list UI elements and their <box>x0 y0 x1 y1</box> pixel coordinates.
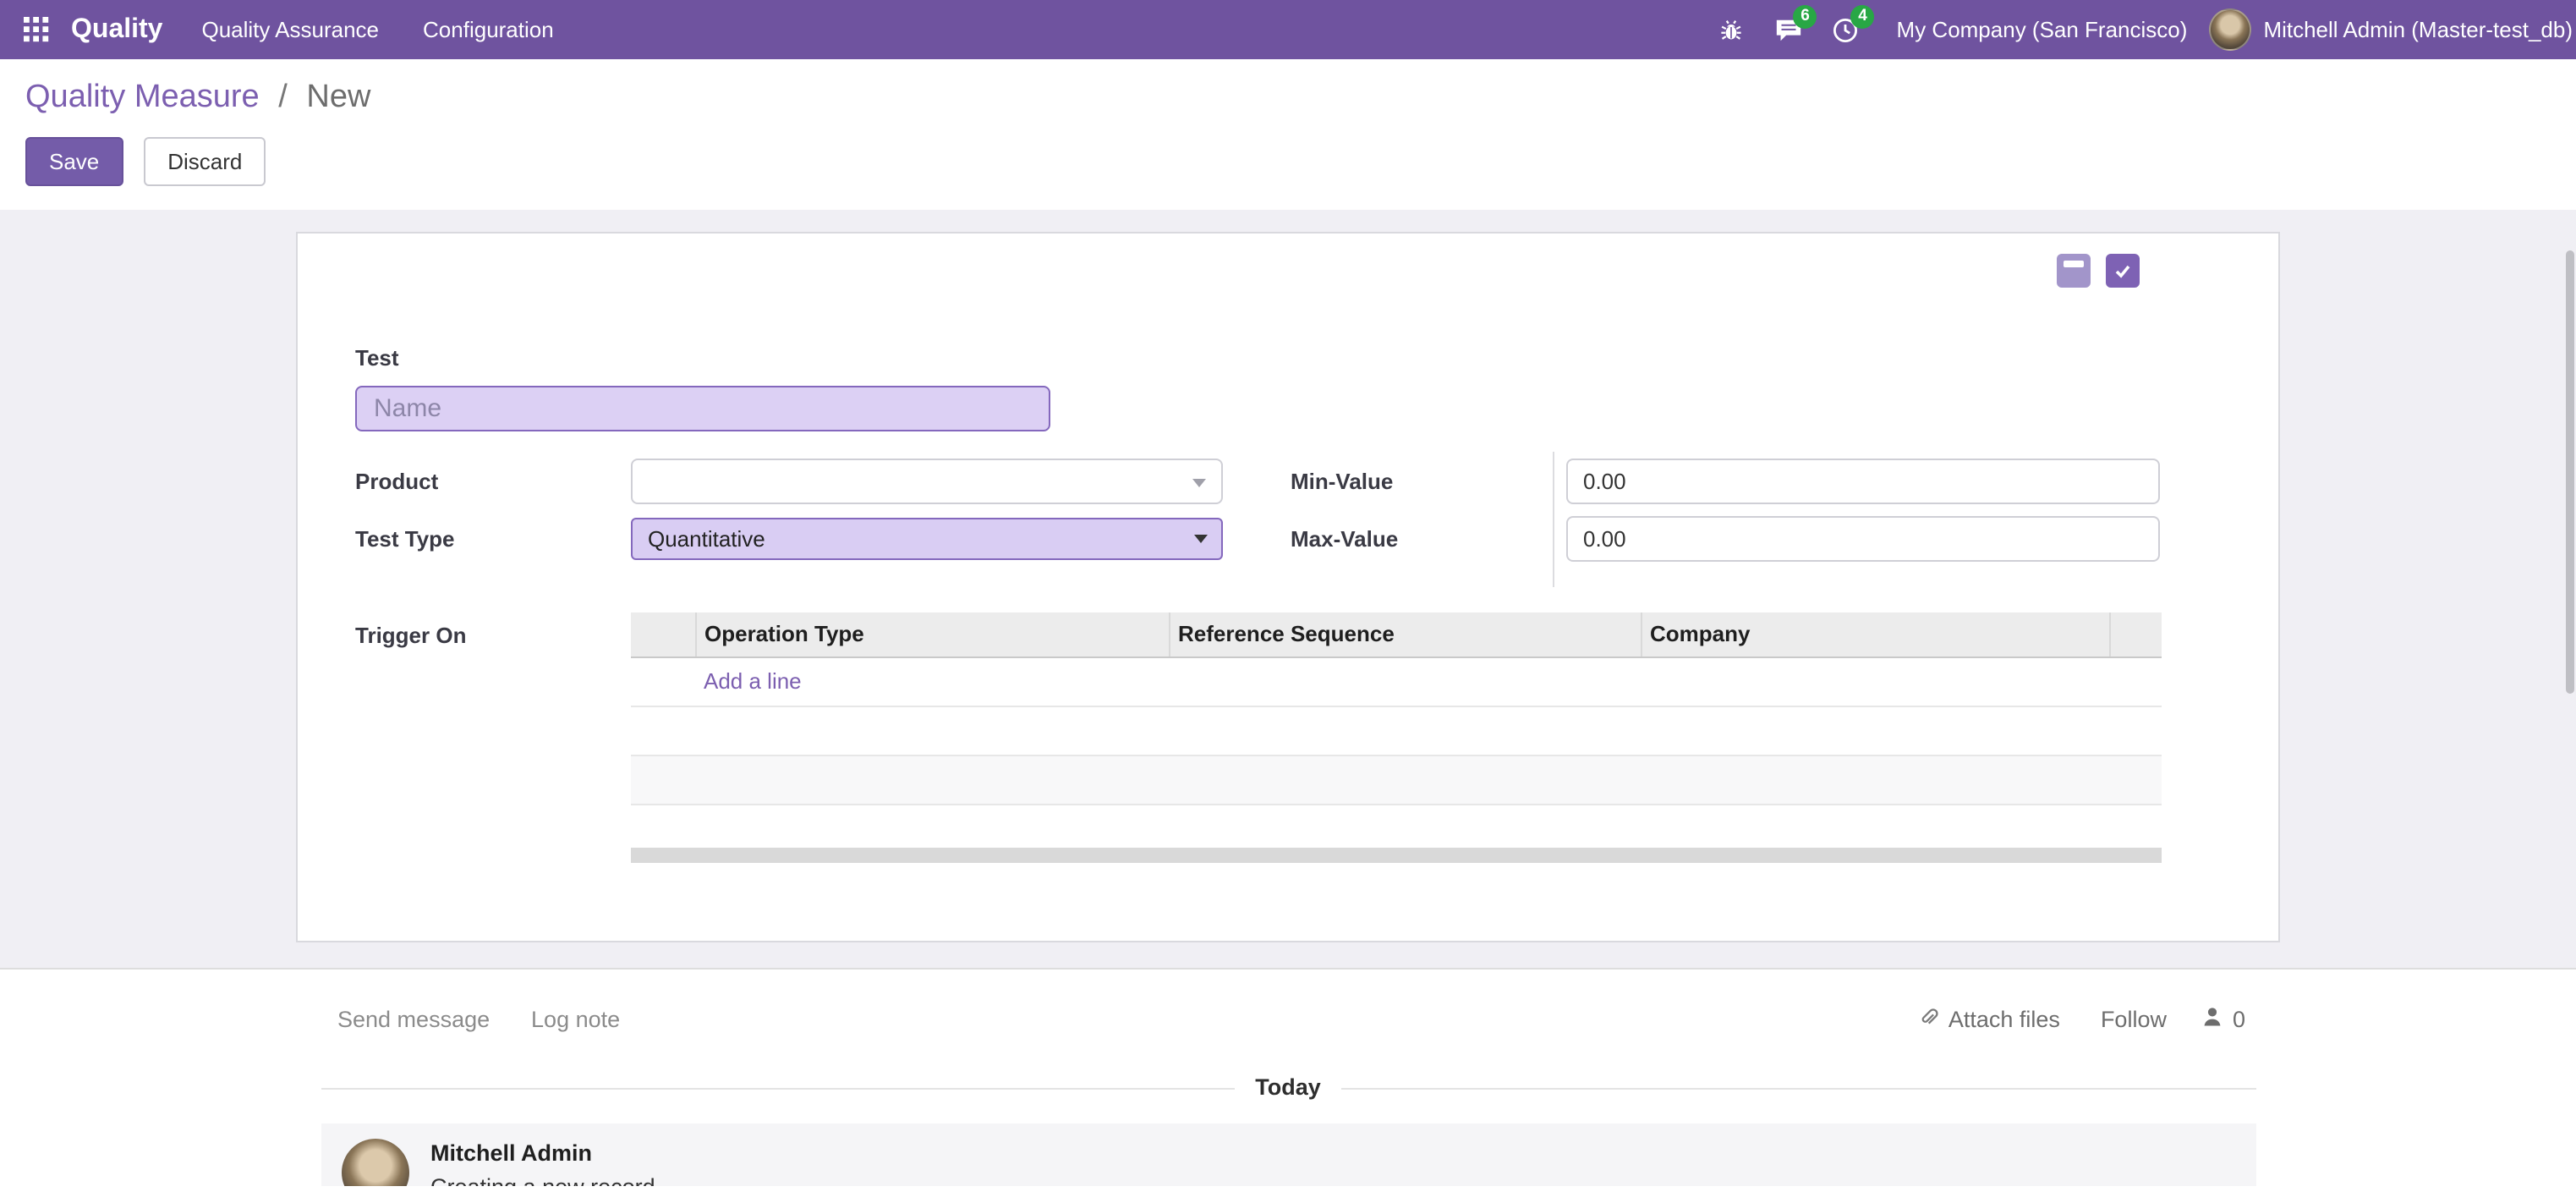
app-window: Quality Quality Assurance Configuration <box>0 0 2576 1192</box>
message-text: Creating a new record... <box>430 1174 674 1186</box>
breadcrumb: Quality Measure / New <box>25 80 2576 117</box>
action-buttons: Save Discard <box>25 137 2576 186</box>
navbar-left: Quality Quality Assurance Configuration <box>0 0 576 59</box>
min-value-input[interactable] <box>1566 459 2160 504</box>
discard-button[interactable]: Discard <box>144 137 266 186</box>
left-column: Product Test Type Quantitative <box>355 459 1223 562</box>
user-menu[interactable]: Mitchell Admin (Master-test_db) <box>2209 8 2576 51</box>
test-type-select[interactable]: Quantitative <box>631 518 1223 560</box>
max-value-input[interactable] <box>1566 516 2160 562</box>
apps-menu-icon[interactable] <box>0 0 71 59</box>
checked-checkbox-icon[interactable] <box>2106 254 2140 288</box>
extra-column-header <box>2109 612 2162 656</box>
date-divider: Today <box>321 1073 2255 1103</box>
product-field: Product <box>355 459 1223 504</box>
navbar-right: 6 4 My Company (San Francisco) Mitchell … <box>1702 0 2576 59</box>
product-label: Product <box>355 469 631 494</box>
followers-button[interactable]: 0 <box>2190 997 2255 1042</box>
attach-files-button[interactable]: Attach files <box>1899 997 2077 1042</box>
trigger-on-label: Trigger On <box>355 612 631 648</box>
chevron-down-icon <box>1192 479 1206 487</box>
test-name-input[interactable] <box>355 386 1050 431</box>
max-value-label: Max-Value <box>1291 526 1566 552</box>
chatter-toolbar-right: Attach files Follow 0 <box>1899 997 2255 1042</box>
chatter-toolbar: Send message Log note Attach files Follo… <box>321 997 2255 1042</box>
chatter: Send message Log note Attach files Follo… <box>0 970 2576 1186</box>
breadcrumb-current: New <box>306 80 370 115</box>
save-button[interactable]: Save <box>25 137 123 186</box>
breadcrumb-separator: / <box>278 80 288 115</box>
message-body: Mitchell Admin Creating a new record... <box>430 1139 674 1186</box>
test-label: Test <box>355 345 2157 371</box>
select-arrow-icon <box>1194 535 1208 543</box>
company-switcher[interactable]: My Company (San Francisco) <box>1875 17 2210 42</box>
add-a-line-link[interactable]: Add a line <box>704 668 802 694</box>
date-divider-label: Today <box>1235 1074 1341 1100</box>
test-type-field: Test Type Quantitative <box>355 516 1223 562</box>
sheet-icon-buttons <box>2057 254 2140 288</box>
control-panel: Quality Measure / New Save Discard <box>0 59 2576 210</box>
send-message-button[interactable]: Send message <box>321 998 507 1041</box>
empty-row <box>631 706 2162 755</box>
reference-sequence-header[interactable]: Reference Sequence <box>1169 612 1641 656</box>
collapse-panel-icon[interactable] <box>2057 254 2091 288</box>
message-avatar <box>341 1139 408 1186</box>
breadcrumb-quality-measure[interactable]: Quality Measure <box>25 80 260 115</box>
right-column: Min-Value Max-Value <box>1291 459 2160 562</box>
min-value-field: Min-Value <box>1291 459 2160 504</box>
min-value-label: Min-Value <box>1291 469 1566 494</box>
chatter-message: Mitchell Admin Creating a new record... <box>321 1123 2255 1186</box>
trigger-on-field: Trigger On Operation Type Reference Sequ… <box>355 612 2157 862</box>
messages-icon[interactable]: 6 <box>1760 0 1817 59</box>
list-header-row: Operation Type Reference Sequence Compan… <box>631 612 2162 656</box>
company-header[interactable]: Company <box>1641 612 2109 656</box>
form-sheet: Test Product Test Type Quantitative <box>296 232 2280 942</box>
menu-quality-assurance[interactable]: Quality Assurance <box>179 0 401 59</box>
test-type-label: Test Type <box>355 526 631 552</box>
handle-column-header <box>631 612 695 656</box>
form-view: Test Product Test Type Quantitative <box>0 210 2576 968</box>
app-name[interactable]: Quality <box>71 14 162 45</box>
trigger-on-list: Operation Type Reference Sequence Compan… <box>631 612 2162 862</box>
activities-clock-icon[interactable]: 4 <box>1817 0 1875 59</box>
top-navbar: Quality Quality Assurance Configuration <box>0 0 2576 59</box>
debug-bug-icon[interactable] <box>1702 0 1760 59</box>
follower-person-icon <box>2201 1005 2224 1034</box>
chatter-toolbar-left: Send message Log note <box>321 998 637 1041</box>
test-type-value: Quantitative <box>648 526 765 552</box>
product-dropdown[interactable] <box>631 459 1223 504</box>
messages-count-badge: 6 <box>1794 5 1817 29</box>
paperclip-icon <box>1916 1005 1940 1034</box>
field-group: Product Test Type Quantitative Min-Value <box>355 459 2157 562</box>
message-author[interactable]: Mitchell Admin <box>430 1140 674 1166</box>
follow-button[interactable]: Follow <box>2084 998 2184 1041</box>
test-name-field: Test <box>355 345 2157 431</box>
horizontal-scrollbar[interactable] <box>631 847 2162 862</box>
vertical-scrollbar[interactable] <box>2566 250 2574 694</box>
add-line-row: Add a line <box>631 656 2162 706</box>
followers-count: 0 <box>2233 1007 2245 1032</box>
user-name: Mitchell Admin (Master-test_db) <box>2263 17 2573 42</box>
max-value-field: Max-Value <box>1291 516 2160 562</box>
menu-configuration[interactable]: Configuration <box>401 0 576 59</box>
activities-count-badge: 4 <box>1851 5 1875 29</box>
log-note-button[interactable]: Log note <box>514 998 637 1041</box>
user-avatar <box>2209 8 2251 51</box>
empty-row <box>631 755 2162 804</box>
operation-type-header[interactable]: Operation Type <box>695 612 1169 656</box>
